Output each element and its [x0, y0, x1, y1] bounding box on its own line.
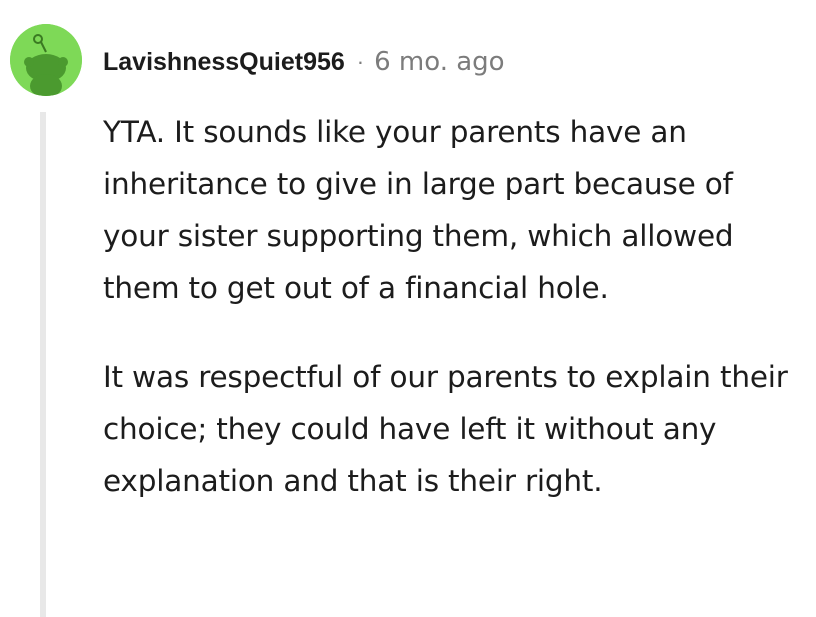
snoo-avatar-icon [10, 24, 82, 96]
timestamp-link[interactable]: 6 mo. ago [374, 47, 504, 77]
thread-collapse-line[interactable] [40, 112, 46, 617]
separator-dot: · [356, 49, 365, 74]
comment: LavishnessQuiet956 · 6 mo. ago YTA. It s… [0, 0, 816, 617]
comment-paragraph: It was respectful of our parents to expl… [103, 360, 788, 498]
comment-paragraph: YTA. It sounds like your parents have an… [103, 115, 734, 305]
comment-body: YTA. It sounds like your parents have an… [103, 106, 803, 507]
comment-header: LavishnessQuiet956 · 6 mo. ago [103, 42, 505, 82]
user-avatar[interactable] [10, 24, 82, 96]
username-link[interactable]: LavishnessQuiet956 [103, 48, 345, 77]
